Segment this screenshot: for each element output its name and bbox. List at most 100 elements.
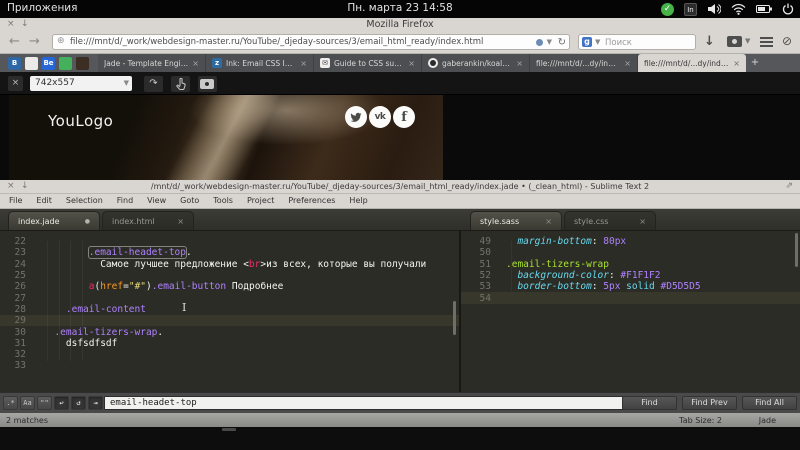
- forward-icon[interactable]: →: [29, 34, 40, 49]
- browser-tab-5[interactable]: file:///mnt/d/...dy/index.html ×: [530, 54, 638, 72]
- bookmark-bootstrap-icon[interactable]: B: [8, 56, 21, 70]
- find-toggle-case-sensitive[interactable]: Aa: [20, 395, 35, 410]
- menu-goto[interactable]: Goto: [173, 194, 206, 208]
- vk-icon[interactable]: vk: [369, 106, 391, 128]
- menu-view[interactable]: View: [140, 194, 173, 208]
- file-tab-style.sass[interactable]: style.sass ×: [470, 211, 562, 230]
- screenshot-viewport-icon[interactable]: [198, 75, 217, 92]
- bookmark-red-doc-icon[interactable]: [25, 56, 38, 70]
- menu-edit[interactable]: Edit: [29, 194, 59, 208]
- file-tab-style.css[interactable]: style.css ×: [564, 211, 656, 230]
- close-window-icon[interactable]: ×: [7, 180, 15, 193]
- menu-file[interactable]: File: [2, 194, 29, 208]
- find-input[interactable]: [104, 395, 637, 410]
- syntax-indicator[interactable]: Jade: [759, 416, 776, 425]
- minimize-window-icon[interactable]: ↓: [21, 18, 29, 31]
- volume-icon[interactable]: [707, 3, 721, 15]
- tab-close-icon[interactable]: ×: [177, 217, 184, 226]
- browser-tab-4[interactable]: gaberankin/koala-jade ×: [422, 54, 530, 72]
- search-engine-dropdown-icon[interactable]: ▼: [595, 38, 600, 46]
- browser-tab-3[interactable]: ✉ Guide to CSS support i... ×: [314, 54, 422, 72]
- bookmark-dark-folder-icon[interactable]: [76, 56, 89, 70]
- menu-preferences[interactable]: Preferences: [281, 194, 342, 208]
- reload-icon[interactable]: ↻: [558, 37, 566, 48]
- desktop-area: [0, 427, 800, 450]
- tab-close-icon[interactable]: ×: [192, 59, 199, 68]
- bookmark-behance-icon[interactable]: Be: [42, 56, 55, 70]
- url-text[interactable]: file:///mnt/d/_work/webdesign-master.ru/…: [70, 37, 530, 47]
- editor-pane-sass[interactable]: 49 margin-bottom: 80px 50 51 .email-tizers-…: [461, 231, 800, 392]
- token: dsfsdfsdf: [65, 337, 118, 349]
- scrollbar-handle[interactable]: [453, 301, 456, 335]
- line-number: 24: [14, 258, 26, 270]
- menu-find[interactable]: Find: [110, 194, 140, 208]
- maximize-window-icon[interactable]: ⇗: [785, 180, 793, 193]
- battery-icon[interactable]: [756, 4, 772, 14]
- find-toggle-regex[interactable]: .*: [3, 395, 18, 410]
- code-line: 31 dsfsdfsdf: [0, 338, 459, 349]
- editor-pane-jade[interactable]: 22 23 .email-headet-top. 24 Самое лучшее п…: [0, 231, 459, 392]
- facebook-icon[interactable]: f: [393, 106, 415, 128]
- file-tab-label: style.sass: [480, 216, 520, 226]
- screenshot-dropdown-icon[interactable]: ▼: [745, 37, 750, 45]
- line-content: dsfsdfsdf: [33, 338, 117, 349]
- close-window-icon[interactable]: ×: [7, 18, 15, 31]
- url-dropdown-icon[interactable]: ▼: [547, 38, 552, 46]
- menu-hamburger-icon[interactable]: [760, 37, 773, 40]
- tab-close-icon[interactable]: ×: [545, 217, 552, 226]
- responsive-close-icon[interactable]: ×: [8, 76, 23, 91]
- resize-grip[interactable]: [222, 428, 236, 431]
- menu-selection[interactable]: Selection: [59, 194, 110, 208]
- updates-icon[interactable]: ✓: [661, 2, 674, 16]
- tab-close-icon[interactable]: ×: [516, 59, 523, 68]
- new-tab-button[interactable]: +: [746, 54, 764, 72]
- line-number: 30: [14, 326, 26, 338]
- touch-simulation-icon[interactable]: [171, 75, 190, 92]
- file-tab-index.jade[interactable]: index.jade ●: [8, 211, 100, 230]
- tab-close-icon[interactable]: ×: [300, 59, 307, 68]
- tab-size-indicator[interactable]: Tab Size: 2: [679, 416, 722, 425]
- minimize-window-icon[interactable]: ↓: [21, 180, 29, 193]
- viewport-size-select[interactable]: 742x557 ▼: [30, 75, 132, 91]
- downloads-icon[interactable]: ↓: [704, 34, 715, 49]
- file-tab-index.html[interactable]: index.html ×: [102, 211, 194, 230]
- google-search-engine-icon[interactable]: g: [582, 37, 592, 47]
- tab-close-icon[interactable]: ×: [408, 59, 415, 68]
- token: .: [157, 326, 164, 338]
- menu-project[interactable]: Project: [240, 194, 281, 208]
- tab-close-icon[interactable]: ×: [624, 59, 631, 68]
- url-bar[interactable]: ⊕ file:///mnt/d/_work/webdesign-master.r…: [52, 34, 570, 50]
- browser-tab-1[interactable]: Jade - Template Engine ×: [98, 54, 206, 72]
- twitter-icon[interactable]: [345, 106, 367, 128]
- text-tool-tray-icon[interactable]: In: [684, 2, 697, 16]
- bookmark-koala-green-icon[interactable]: [59, 56, 72, 70]
- find-button[interactable]: Find: [622, 395, 677, 410]
- find-all-button[interactable]: Find All: [742, 395, 797, 410]
- back-icon[interactable]: ←: [9, 34, 20, 49]
- firefox-tabstrip: B Be Jade - Template Engine × z Ink: Email C…: [0, 54, 800, 72]
- adblock-icon[interactable]: ⊘: [782, 34, 792, 48]
- tab-close-icon[interactable]: ×: [733, 59, 740, 68]
- screenshot-addon-icon[interactable]: [727, 36, 742, 47]
- modified-dot-icon[interactable]: ●: [85, 218, 90, 225]
- rotate-viewport-icon[interactable]: ↷: [144, 75, 163, 92]
- find-prev-button[interactable]: Find Prev: [682, 395, 737, 410]
- menu-help[interactable]: Help: [342, 194, 374, 208]
- search-bar[interactable]: g ▼ Поиск: [578, 34, 696, 50]
- find-toggle-wrap[interactable]: ↩: [54, 395, 69, 410]
- menu-tools[interactable]: Tools: [206, 194, 240, 208]
- power-icon[interactable]: [782, 3, 794, 15]
- bookmark-star-icon[interactable]: [536, 39, 543, 46]
- browser-tab-6[interactable]: file:///mnt/d/...dy/index.html ×: [638, 54, 746, 72]
- scrollbar-handle[interactable]: [795, 233, 798, 267]
- wifi-icon[interactable]: [731, 3, 746, 15]
- web-page: YouLogo vk f: [9, 95, 443, 180]
- find-toggle-whole-word[interactable]: "": [37, 395, 52, 410]
- tab-close-icon[interactable]: ×: [639, 217, 646, 226]
- browser-tab-2[interactable]: z Ink: Email CSS Inliner ×: [206, 54, 314, 72]
- find-toggle-highlight-matches[interactable]: ⇥: [88, 395, 103, 410]
- find-toggle-in-selection[interactable]: ↺: [71, 395, 86, 410]
- code-line: 27: [0, 292, 459, 304]
- indent-guide: [47, 241, 48, 361]
